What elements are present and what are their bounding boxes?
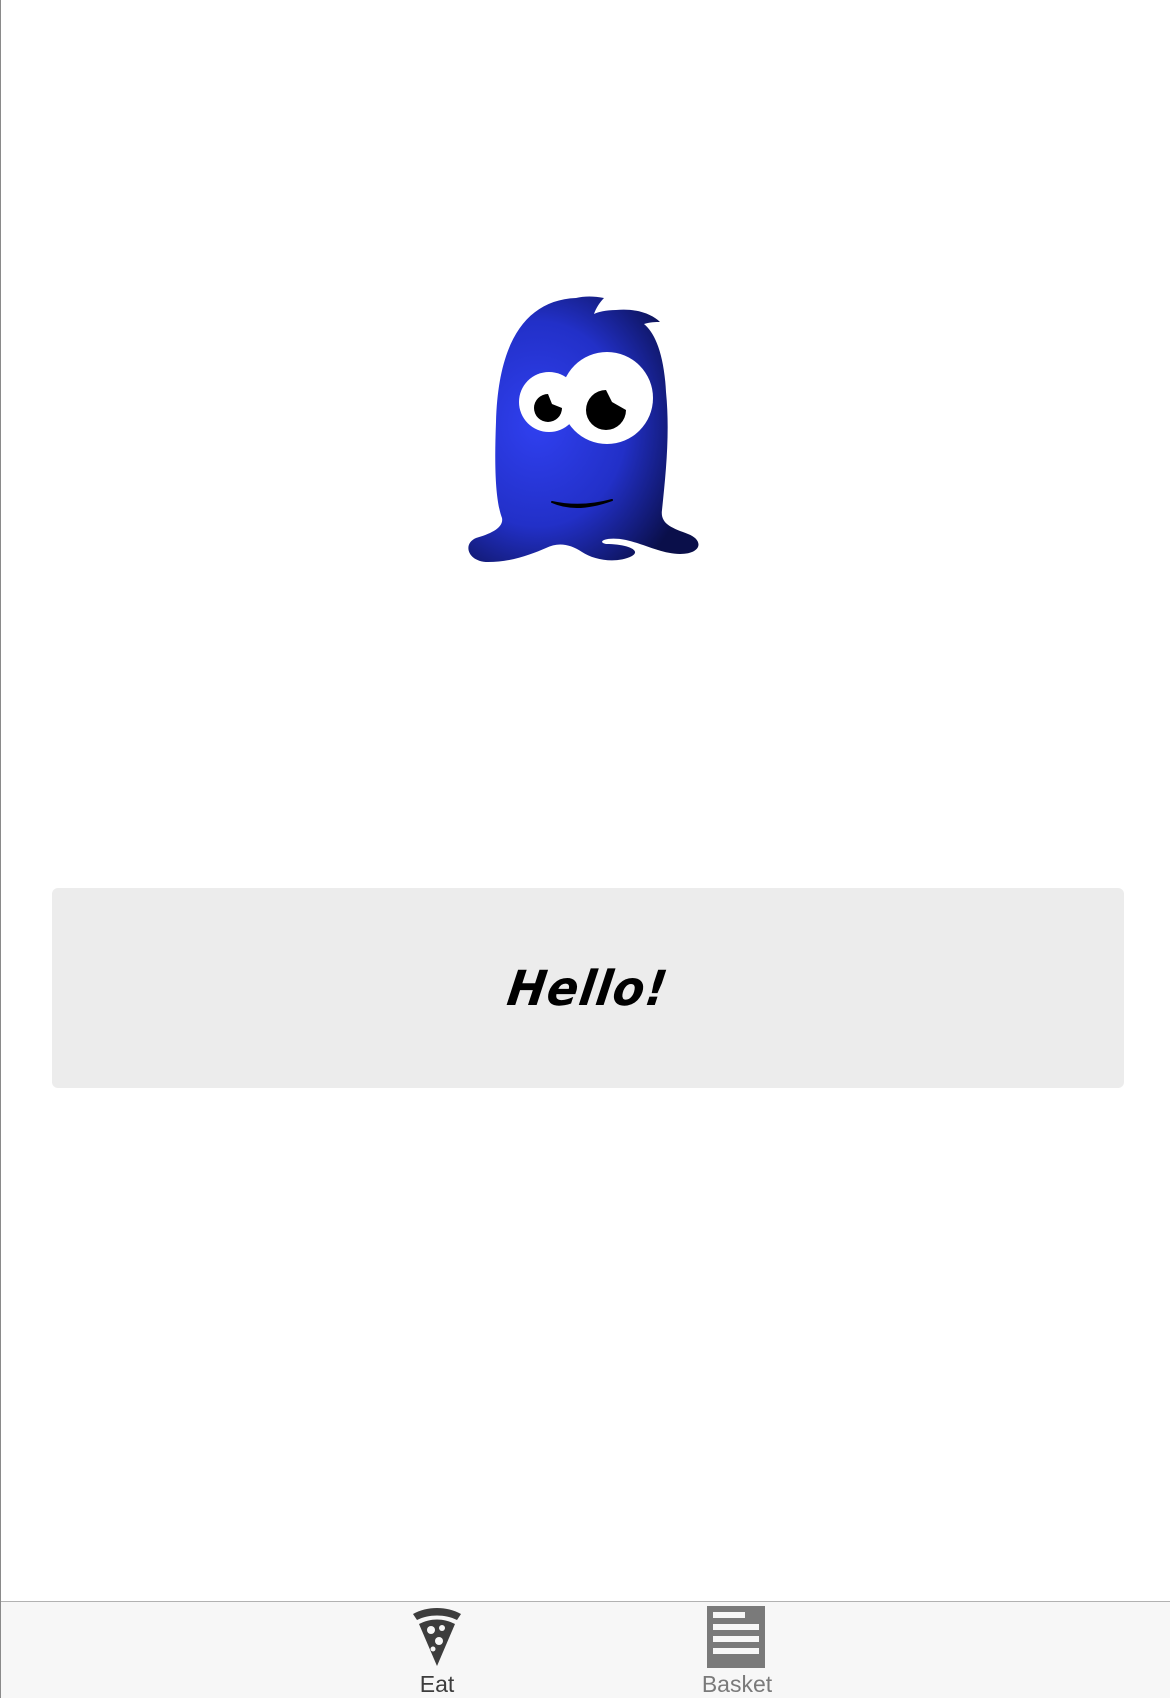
list-icon: [707, 1606, 765, 1668]
greeting-card[interactable]: Hello!: [52, 888, 1124, 1088]
greeting-text: Hello!: [504, 959, 672, 1017]
blob-monster-icon: [468, 296, 699, 562]
app-screen: Hello! Eat Basket: [0, 0, 1170, 1698]
pizza-slice-icon: [413, 1608, 461, 1666]
tab-eat[interactable]: Eat: [367, 1602, 507, 1698]
tab-bar: Eat Basket: [1, 1601, 1170, 1698]
tab-eat-label: Eat: [419, 1671, 455, 1697]
tab-basket[interactable]: Basket: [667, 1602, 807, 1698]
tab-basket-label: Basket: [701, 1671, 773, 1697]
